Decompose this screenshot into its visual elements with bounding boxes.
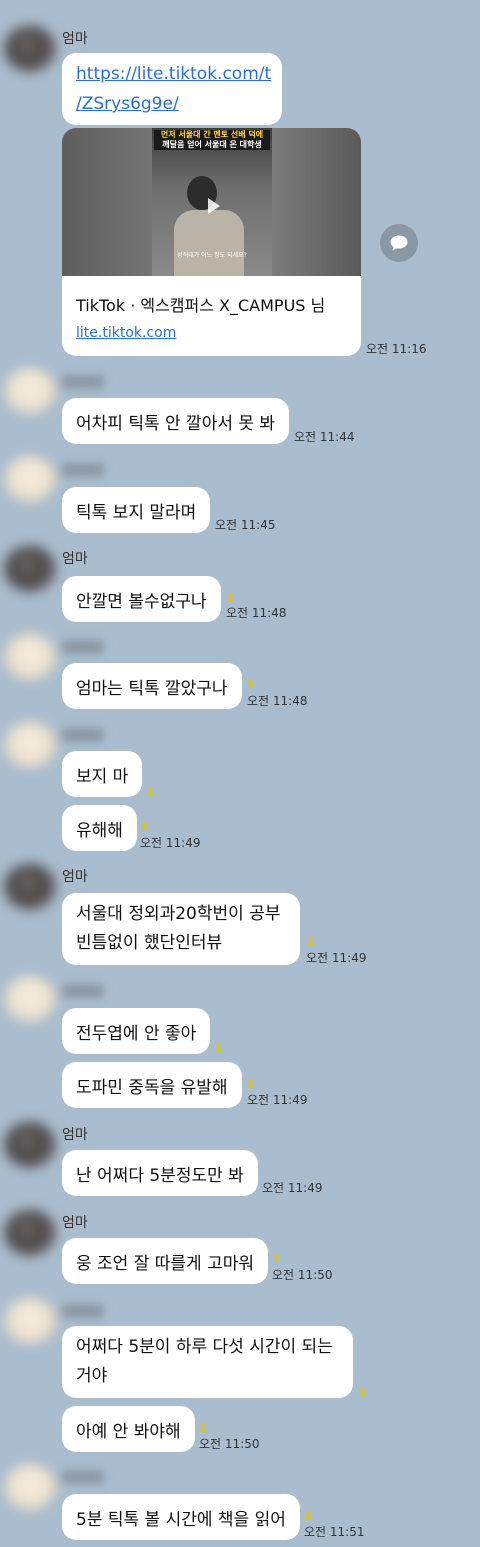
play-icon [208, 198, 220, 214]
link-preview-card[interactable]: 먼저 서울대 간 멘토 선배 덕에 깨달음 얻어 서울대 온 대학생 성적대가 … [62, 128, 361, 356]
card-title: TikTok · 엑스캠퍼스 X_CAMPUS 님 [76, 296, 326, 315]
message-line-2: 거야 [76, 1366, 108, 1386]
message-bubble: 어쩌다 5분이 하루 다섯 시간이 되는 거야 [62, 1326, 353, 1398]
avatar[interactable] [4, 546, 56, 592]
sender-name-redacted [62, 1470, 104, 1484]
message-bubble: 엄마는 틱톡 깔았구나 [62, 663, 242, 709]
sender-name-redacted [62, 375, 104, 389]
message-bubble: 전두엽에 안 좋아 [62, 1008, 211, 1054]
message-bubble: 유해해 [62, 805, 137, 851]
message-time: 오전 11:48 [247, 694, 308, 708]
share-button[interactable] [380, 224, 418, 262]
thumbnail-subtitle: 성적대가 어느 정도 되세요? [177, 252, 247, 259]
message-time: 오전 11:45 [215, 518, 276, 532]
message-line-2: 빈틈없이 했단인터뷰 [76, 933, 223, 953]
avatar[interactable] [4, 722, 56, 768]
thumbnail-caption-1: 먼저 서울대 간 멘토 선배 덕에 [154, 130, 270, 140]
speech-bubble-icon [390, 235, 408, 251]
card-domain[interactable]: lite.tiktok.com [76, 325, 176, 341]
avatar[interactable] [4, 1464, 56, 1510]
message-line-1: 서울대 정외과20학번이 공부 [76, 904, 281, 924]
message-time: 오전 11:49 [140, 836, 201, 850]
sender-name-redacted [62, 640, 104, 654]
sender-name: 엄마 [62, 1215, 88, 1231]
message-bubble: 어차피 틱톡 안 깔아서 못 봐 [62, 398, 290, 444]
unread-count: 1 [247, 1077, 255, 1090]
avatar[interactable] [4, 26, 56, 72]
message-time: 오전 11:49 [262, 1181, 323, 1195]
unread-count: 1 [215, 1041, 223, 1054]
avatar[interactable] [4, 368, 56, 414]
message-time: 오전 11:49 [247, 1093, 308, 1107]
url-line-1[interactable]: https://lite.tiktok.com/t [76, 64, 271, 84]
unread-count: 1 [199, 1421, 207, 1434]
unread-count: 1 [247, 678, 255, 691]
message-time: 오전 11:50 [272, 1268, 333, 1282]
message-bubble: 안깔면 볼수없구나 [62, 576, 221, 622]
video-thumbnail[interactable]: 먼저 서울대 간 멘토 선배 덕에 깨달음 얻어 서울대 온 대학생 성적대가 … [62, 128, 361, 276]
message-bubble: 서울대 정외과20학번이 공부 빈틈없이 했단인터뷰 [62, 893, 300, 965]
sender-name-redacted [62, 463, 104, 477]
url-line-2[interactable]: /ZSrys6g9e/ [76, 94, 179, 114]
unread-count: 1 [358, 1385, 366, 1398]
avatar[interactable] [4, 1210, 56, 1256]
message-time: 오전 11:51 [304, 1525, 365, 1539]
avatar[interactable] [4, 1298, 56, 1344]
unread-count: 1 [272, 1252, 280, 1265]
link-bubble[interactable]: https://lite.tiktok.com/t /ZSrys6g9e/ [62, 53, 282, 125]
thumbnail-caption-2: 깨달음 얻어 서울대 온 대학생 [154, 140, 270, 150]
message-bubble: 웅 조언 잘 따를게 고마워 [62, 1238, 269, 1284]
message-bubble: 5분 틱톡 볼 시간에 책을 읽어 [62, 1494, 300, 1540]
avatar[interactable] [4, 634, 56, 680]
sender-name-redacted [62, 1304, 104, 1318]
unread-count: 1 [140, 820, 148, 833]
message-bubble: 보지 마 [62, 751, 143, 797]
message-time: 오전 11:44 [294, 430, 355, 444]
sender-name-redacted [62, 984, 104, 998]
message-time: 오전 11:50 [199, 1437, 260, 1451]
unread-count: 2 [304, 1509, 312, 1522]
thumbnail-person-body [174, 210, 244, 276]
sender-name: 엄마 [62, 1127, 88, 1143]
message-bubble: 도파민 중독을 유발해 [62, 1062, 242, 1108]
avatar[interactable] [4, 1122, 56, 1168]
unread-count: 1 [226, 591, 234, 604]
message-bubble: 틱톡 보지 말라며 [62, 487, 211, 533]
unread-count: 1 [146, 785, 154, 798]
sender-name: 엄마 [62, 31, 88, 47]
message-time: 오전 11:48 [226, 606, 287, 620]
avatar[interactable] [4, 864, 56, 910]
unread-count: 1 [306, 935, 314, 948]
message-bubble: 난 어쩌다 5분정도만 봐 [62, 1150, 258, 1196]
avatar[interactable] [4, 976, 56, 1022]
sender-name: 엄마 [62, 869, 88, 885]
sender-name: 엄마 [62, 551, 88, 567]
sender-name-redacted [62, 728, 104, 742]
message-time: 오전 11:49 [306, 951, 367, 965]
message-time: 오전 11:16 [366, 342, 427, 356]
message-bubble: 아예 안 봐야해 [62, 1406, 195, 1452]
avatar[interactable] [4, 456, 56, 502]
message-line-1: 어쩌다 5분이 하루 다섯 시간이 되는 [76, 1337, 333, 1357]
